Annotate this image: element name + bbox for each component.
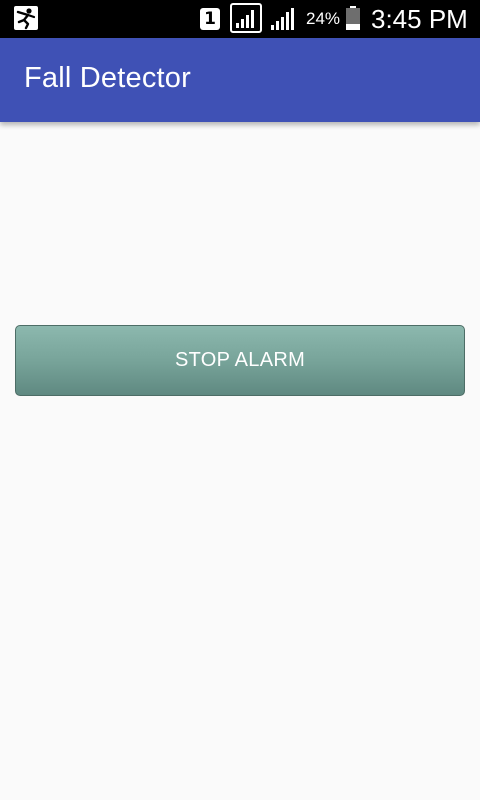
main-content: STOP ALARM [0, 122, 480, 800]
falling-person-icon [14, 6, 38, 30]
battery-percentage: 24% [306, 9, 341, 28]
battery-icon [345, 6, 361, 30]
status-bar: 1 24% 3:45 PM [0, 0, 480, 38]
app-title: Fall Detector [24, 62, 191, 94]
status-clock: 3:45 PM [371, 4, 468, 34]
signal-strength-icon [270, 6, 296, 32]
app-bar: Fall Detector [0, 38, 480, 122]
signal-strength-boxed-icon [230, 3, 262, 33]
sim-slot-badge: 1 [200, 8, 220, 30]
stop-alarm-button[interactable]: STOP ALARM [15, 325, 465, 396]
